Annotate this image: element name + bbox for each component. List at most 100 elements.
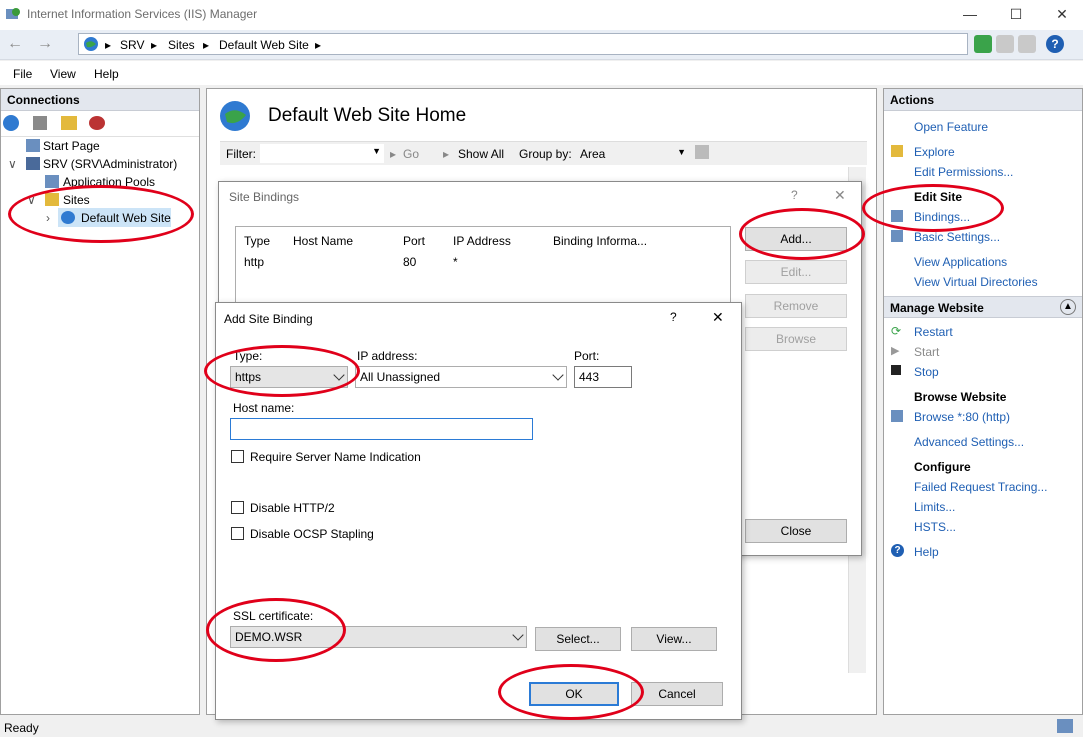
help-icon[interactable]: ? <box>1046 35 1064 53</box>
address-bar-row: ← → ▸ SRV ▸ Sites ▸ Default Web Site ▸ ? <box>0 30 1083 60</box>
view-mode-icon[interactable] <box>695 145 709 159</box>
back-arrow-icon[interactable]: ← <box>2 34 28 56</box>
maximize-button[interactable]: ☐ <box>993 0 1039 30</box>
go-button[interactable]: Go <box>403 147 419 161</box>
chevron-down-icon <box>552 369 564 381</box>
breadcrumb-site[interactable]: Default Web Site <box>219 38 309 52</box>
forward-arrow-icon[interactable]: → <box>32 34 58 56</box>
filter-label: Filter: <box>226 147 256 161</box>
stop-icon <box>891 365 901 375</box>
collapse-up-icon[interactable]: ▲ <box>1060 299 1076 315</box>
disconnect-icon[interactable] <box>89 116 105 130</box>
cancel-button[interactable]: Cancel <box>631 682 723 706</box>
browse-binding-button[interactable]: Browse <box>745 327 847 351</box>
help-icon: ? <box>891 544 904 557</box>
column-host-name[interactable]: Host Name <box>293 234 353 248</box>
port-input[interactable]: 443 <box>574 366 632 388</box>
browse-icon <box>891 410 903 422</box>
action-restart[interactable]: Restart <box>914 325 953 339</box>
menu-help[interactable]: Help <box>94 67 119 81</box>
connections-toolbar <box>3 115 113 133</box>
action-stop[interactable]: Stop <box>914 365 939 379</box>
minimize-button[interactable]: — <box>947 0 993 30</box>
manage-website-header: Manage Website ▲ <box>884 296 1082 318</box>
filter-input[interactable]: ▼ <box>260 144 384 163</box>
ip-address-select[interactable]: All Unassigned <box>355 366 567 388</box>
action-view-applications[interactable]: View Applications <box>914 255 1007 269</box>
edit-binding-button[interactable]: Edit... <box>745 260 847 284</box>
show-all-icon: ▸ <box>443 147 450 161</box>
breadcrumb-sep-icon: ▸ <box>105 38 112 52</box>
status-text: Ready <box>4 721 39 735</box>
action-edit-permissions[interactable]: Edit Permissions... <box>914 165 1013 179</box>
annotation-ring-add-button <box>739 208 865 260</box>
page-title: Default Web Site Home <box>268 105 467 126</box>
host-name-input[interactable] <box>230 418 533 440</box>
dialog-close-icon[interactable]: ✕ <box>712 309 724 326</box>
column-port[interactable]: Port <box>403 234 425 248</box>
action-browse-80[interactable]: Browse *:80 (http) <box>914 410 1010 424</box>
column-type[interactable]: Type <box>244 234 270 248</box>
connections-header: Connections <box>1 89 199 111</box>
chevron-down-icon[interactable]: ∨ <box>8 157 17 171</box>
basic-settings-icon <box>891 230 903 242</box>
breadcrumb-sep-icon: ▸ <box>151 38 158 52</box>
action-limits[interactable]: Limits... <box>914 500 955 514</box>
menu-file[interactable]: File <box>13 67 32 81</box>
dialog-help-icon[interactable]: ? <box>670 310 677 324</box>
start-page-icon <box>26 139 40 152</box>
group-by-select[interactable]: Area ▼ <box>578 144 688 163</box>
remove-binding-button[interactable]: Remove <box>745 294 847 318</box>
breadcrumb-sep-icon: ▸ <box>315 38 322 52</box>
annotation-ring-bindings <box>862 184 1004 232</box>
port-label: Port: <box>574 349 600 363</box>
action-basic-settings[interactable]: Basic Settings... <box>914 230 1000 244</box>
dialog-close-icon[interactable]: ✕ <box>834 187 846 204</box>
stop-icon[interactable] <box>996 35 1014 53</box>
action-explore[interactable]: Explore <box>914 145 955 159</box>
save-icon[interactable] <box>33 116 47 130</box>
column-ip[interactable]: IP Address <box>453 234 511 248</box>
column-binding-info[interactable]: Binding Informa... <box>553 234 647 248</box>
select-certificate-button[interactable]: Select... <box>535 627 621 651</box>
group-by-label: Group by: <box>519 147 572 161</box>
refresh-icon[interactable] <box>974 35 992 53</box>
actions-pane: Actions Open Feature Explore Edit Permis… <box>883 88 1083 715</box>
address-bar[interactable]: ▸ SRV ▸ Sites ▸ Default Web Site ▸ <box>78 33 968 55</box>
breadcrumb-srv[interactable]: SRV <box>120 38 144 52</box>
title-bar: Internet Information Services (IIS) Mana… <box>0 0 1083 30</box>
server-icon <box>26 157 40 170</box>
disable-http2-checkbox[interactable] <box>231 501 244 514</box>
host-name-label: Host name: <box>233 401 295 415</box>
annotation-ring-default-web-site <box>8 185 194 243</box>
show-all-button[interactable]: Show All <box>458 147 504 161</box>
tree-server[interactable]: SRV (SRV\Administrator) <box>43 157 177 171</box>
disable-ocsp-checkbox[interactable] <box>231 527 244 540</box>
menu-bar: File View Help <box>0 61 1083 85</box>
action-failed-request[interactable]: Failed Request Tracing... <box>914 480 1047 494</box>
up-folder-icon[interactable] <box>61 116 77 130</box>
close-window-button[interactable]: ✕ <box>1039 0 1083 30</box>
action-open-feature[interactable]: Open Feature <box>914 120 988 134</box>
filter-bar: Filter: ▼ ▸ Go ▸ Show All Group by: Area… <box>220 141 867 165</box>
breadcrumb-sep-icon: ▸ <box>203 38 210 52</box>
sni-checkbox[interactable] <box>231 450 244 463</box>
action-hsts[interactable]: HSTS... <box>914 520 956 534</box>
menu-view[interactable]: View <box>50 67 76 81</box>
table-row[interactable]: http 80 * <box>236 253 730 271</box>
action-advanced-settings[interactable]: Advanced Settings... <box>914 435 1024 449</box>
connections-pane: Connections Start Page ∨ SRV (SRV\Admini… <box>0 88 200 715</box>
view-certificate-button[interactable]: View... <box>631 627 717 651</box>
home-icon[interactable] <box>1018 35 1036 53</box>
go-icon: ▸ <box>390 147 397 161</box>
annotation-ring-ssl-certificate <box>206 598 346 662</box>
action-start[interactable]: Start <box>914 345 939 359</box>
dialog-help-icon[interactable]: ? <box>791 188 798 202</box>
status-bar: Ready <box>0 717 1083 737</box>
connect-icon[interactable] <box>3 115 19 131</box>
close-bindings-button[interactable]: Close <box>745 519 847 543</box>
action-view-virtual-dirs[interactable]: View Virtual Directories <box>914 275 1038 289</box>
action-help[interactable]: Help <box>914 545 939 559</box>
breadcrumb-sites[interactable]: Sites <box>168 38 195 52</box>
tree-start-page[interactable]: Start Page <box>43 139 100 153</box>
